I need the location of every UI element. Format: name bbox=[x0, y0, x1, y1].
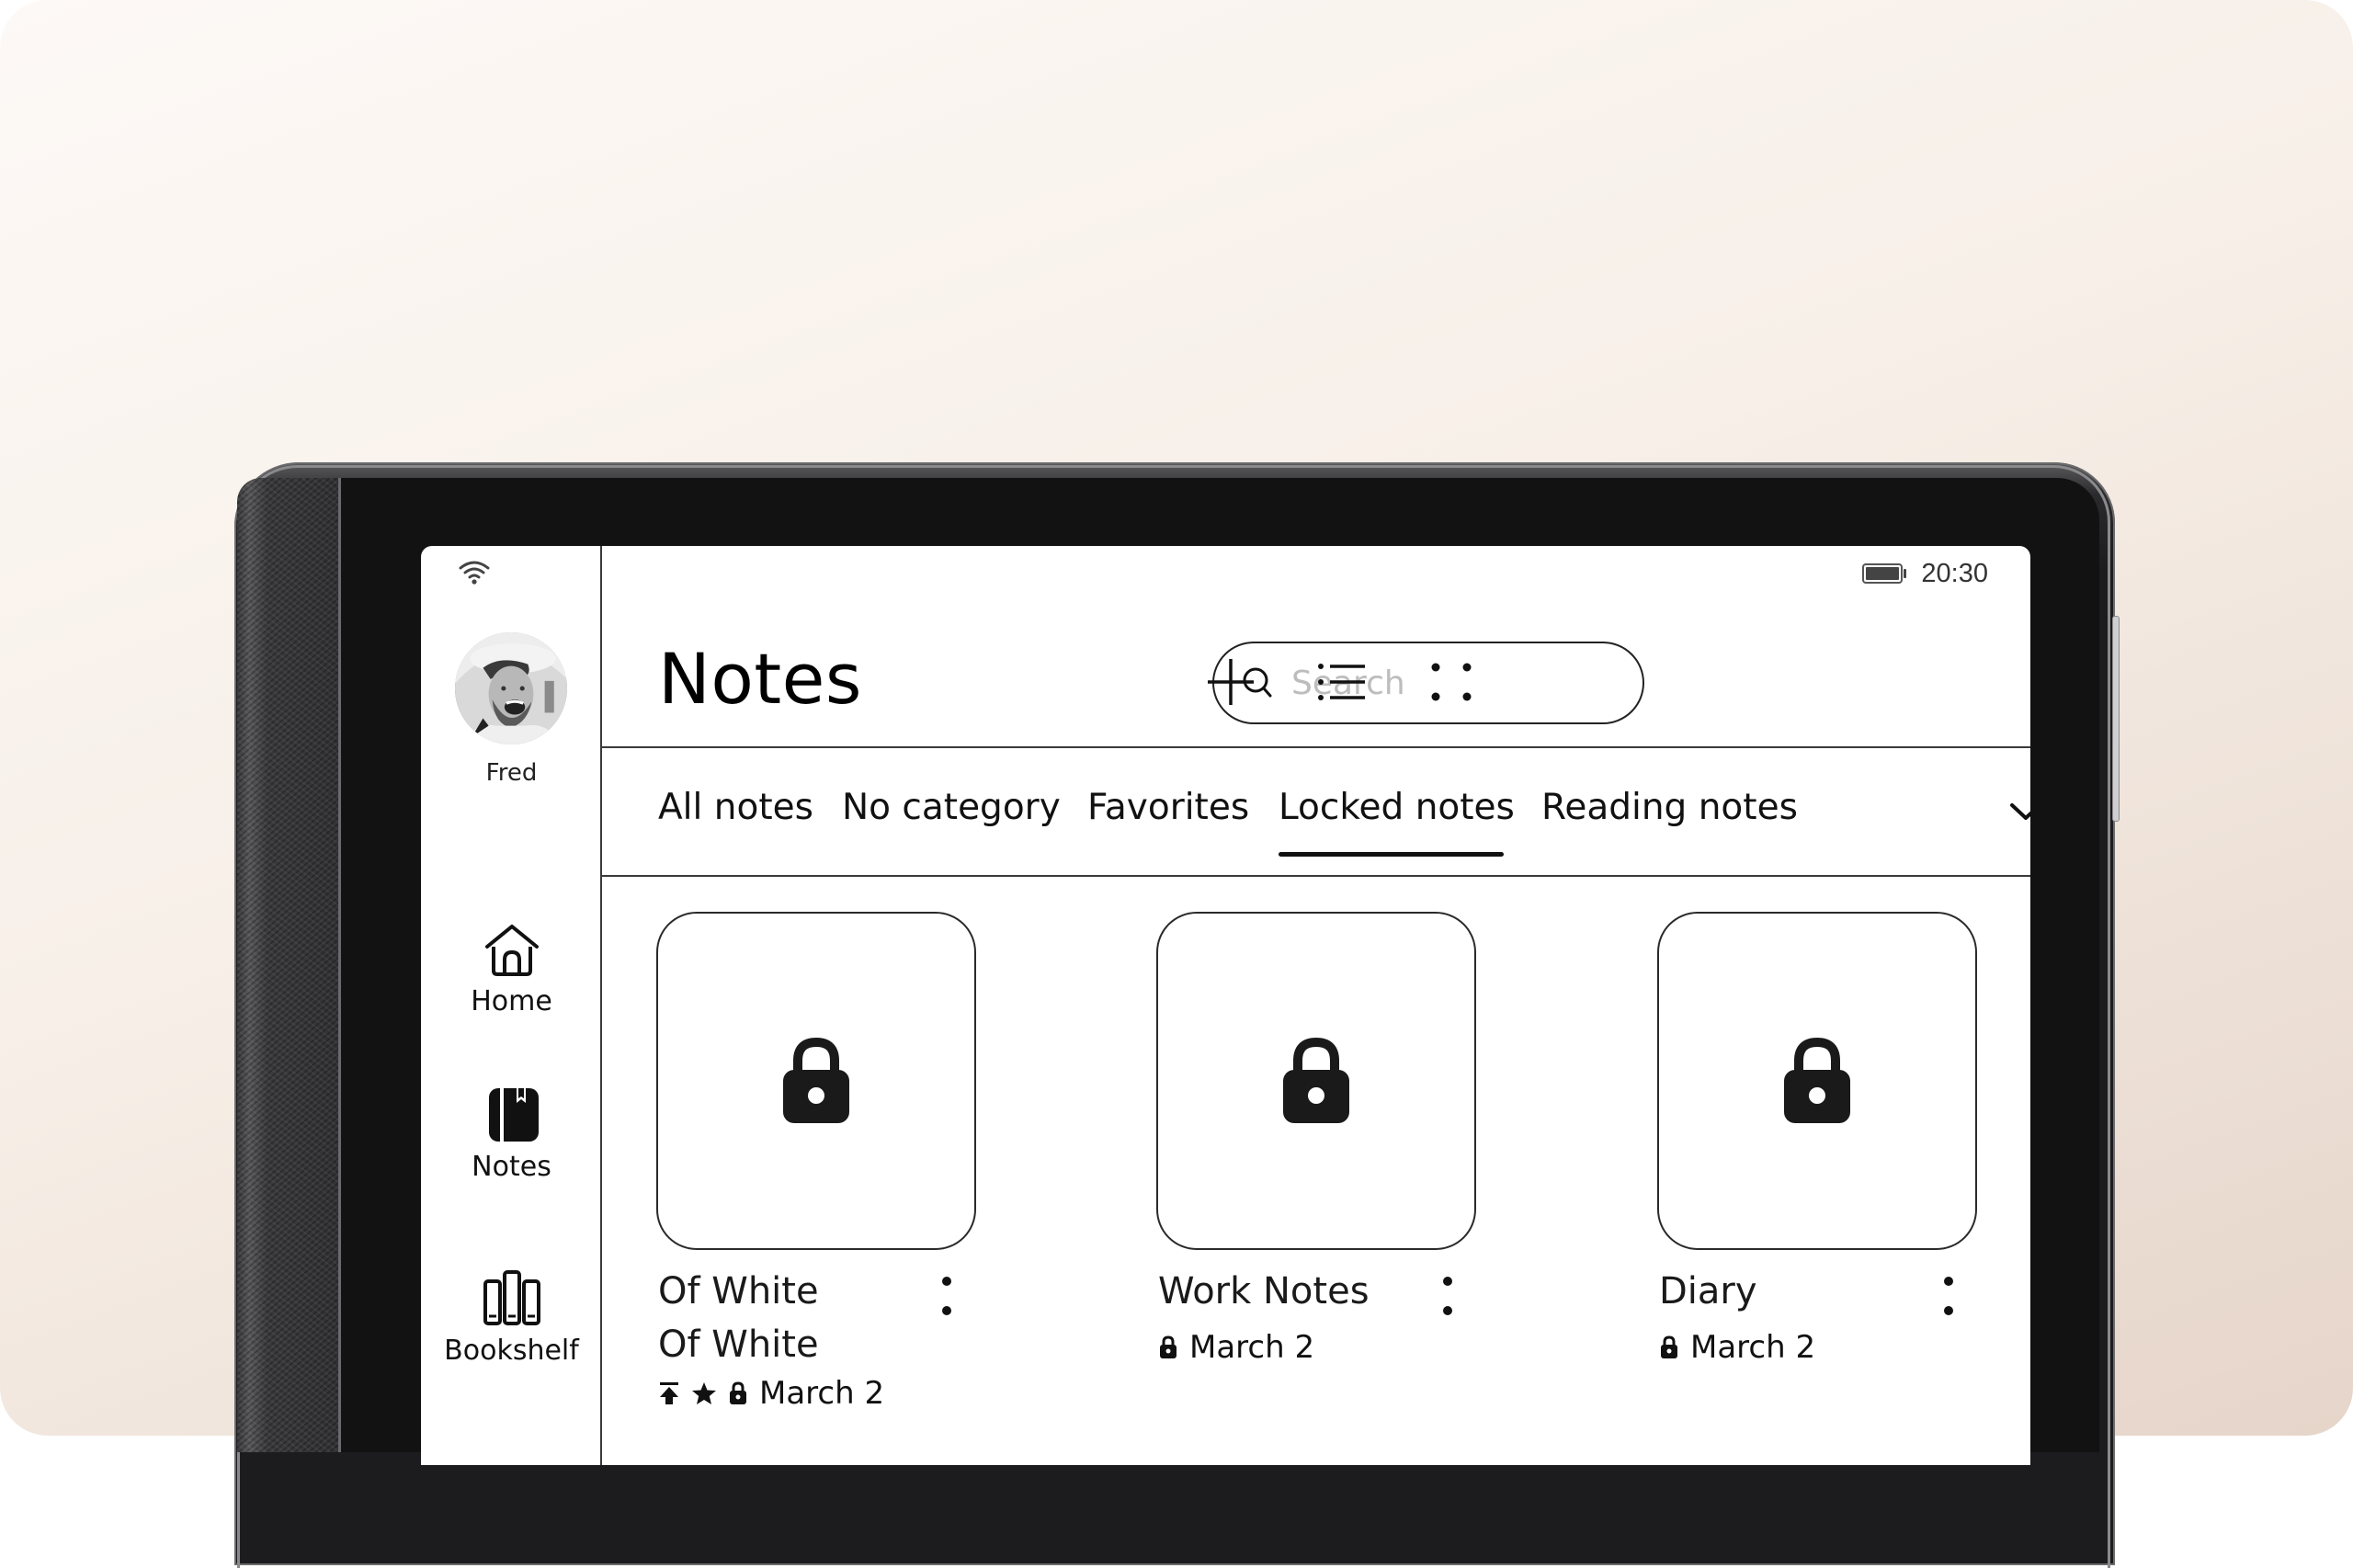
star-icon bbox=[692, 1382, 716, 1404]
lock-icon bbox=[1283, 1037, 1349, 1123]
active-tab-indicator bbox=[1279, 852, 1504, 857]
device-side-button bbox=[2112, 616, 2120, 822]
note-meta: March 2 bbox=[1659, 1329, 1815, 1366]
note-menu-button[interactable] bbox=[1930, 1268, 1967, 1324]
sidebar-item-label: Bookshelf bbox=[444, 1335, 579, 1367]
lock-small-icon bbox=[1160, 1335, 1176, 1358]
list-icon bbox=[1318, 664, 1365, 700]
status-time: 20:30 bbox=[1921, 558, 1988, 588]
note-menu-button[interactable] bbox=[1429, 1268, 1466, 1324]
note-title[interactable]: Diary bbox=[1659, 1270, 1757, 1312]
note-card[interactable] bbox=[1657, 912, 1977, 1250]
battery-full-icon bbox=[1862, 563, 1907, 584]
sidebar: Fred Home Notes Bookshelf bbox=[421, 546, 602, 1465]
kebab-icon bbox=[1443, 1277, 1452, 1315]
note-menu-button[interactable] bbox=[928, 1268, 965, 1324]
sidebar-item-bookshelf[interactable]: Bookshelf bbox=[421, 1268, 602, 1367]
device-leather-cover bbox=[237, 478, 338, 1452]
note-title-line2[interactable]: Of White bbox=[658, 1324, 819, 1366]
note-card[interactable] bbox=[656, 912, 976, 1250]
lock-small-icon bbox=[1661, 1335, 1677, 1358]
device-screen: Fred Home Notes Bookshelf 20:30 Notes Se… bbox=[421, 546, 2030, 1465]
wifi-icon bbox=[459, 561, 490, 585]
header-divider bbox=[602, 746, 2030, 748]
note-card[interactable] bbox=[1156, 912, 1476, 1250]
add-note-button[interactable] bbox=[1196, 647, 1266, 717]
tab-locked-notes[interactable]: Locked notes bbox=[1279, 787, 1515, 828]
list-view-button[interactable] bbox=[1307, 647, 1377, 717]
lock-icon bbox=[783, 1037, 849, 1123]
note-title[interactable]: Of White bbox=[658, 1270, 819, 1312]
user-name: Fred bbox=[485, 759, 538, 787]
notebook-icon bbox=[488, 1088, 539, 1142]
kebab-icon bbox=[942, 1277, 951, 1315]
note-title[interactable]: Work Notes bbox=[1158, 1270, 1370, 1312]
avatar[interactable] bbox=[455, 632, 567, 744]
home-icon bbox=[484, 925, 539, 976]
tab-favorites[interactable]: Favorites bbox=[1087, 787, 1249, 828]
tab-all-notes[interactable]: All notes bbox=[658, 787, 813, 828]
more-options-button[interactable] bbox=[1416, 647, 1486, 717]
bookshelf-icon bbox=[483, 1270, 540, 1325]
sidebar-item-label: Home bbox=[471, 985, 552, 1017]
tab-reading-notes[interactable]: Reading notes bbox=[1541, 787, 1798, 828]
avatar-photo bbox=[455, 632, 567, 744]
note-meta: March 2 bbox=[658, 1375, 884, 1412]
note-date: March 2 bbox=[759, 1375, 885, 1412]
kebab-icon bbox=[1944, 1277, 1953, 1315]
status-bar: 20:30 bbox=[1862, 555, 1988, 592]
note-meta: March 2 bbox=[1158, 1329, 1314, 1366]
plus-icon bbox=[1208, 659, 1254, 705]
lock-icon bbox=[1784, 1037, 1850, 1123]
main-content: 20:30 Notes Search All notes No category… bbox=[602, 546, 2030, 1465]
chevron-down-icon[interactable] bbox=[2003, 794, 2030, 831]
four-dots-icon bbox=[1431, 663, 1472, 701]
lock-small-icon bbox=[730, 1381, 746, 1404]
tab-no-category[interactable]: No category bbox=[842, 787, 1061, 828]
pin-to-top-icon bbox=[660, 1382, 678, 1404]
note-date: March 2 bbox=[1189, 1329, 1315, 1366]
tabs-divider bbox=[602, 875, 2030, 877]
sidebar-item-label: Notes bbox=[472, 1151, 551, 1183]
sidebar-item-notes[interactable]: Notes bbox=[421, 1085, 602, 1183]
sidebar-item-home[interactable]: Home bbox=[421, 919, 602, 1017]
note-date: March 2 bbox=[1690, 1329, 1816, 1366]
page-title: Notes bbox=[658, 638, 863, 720]
